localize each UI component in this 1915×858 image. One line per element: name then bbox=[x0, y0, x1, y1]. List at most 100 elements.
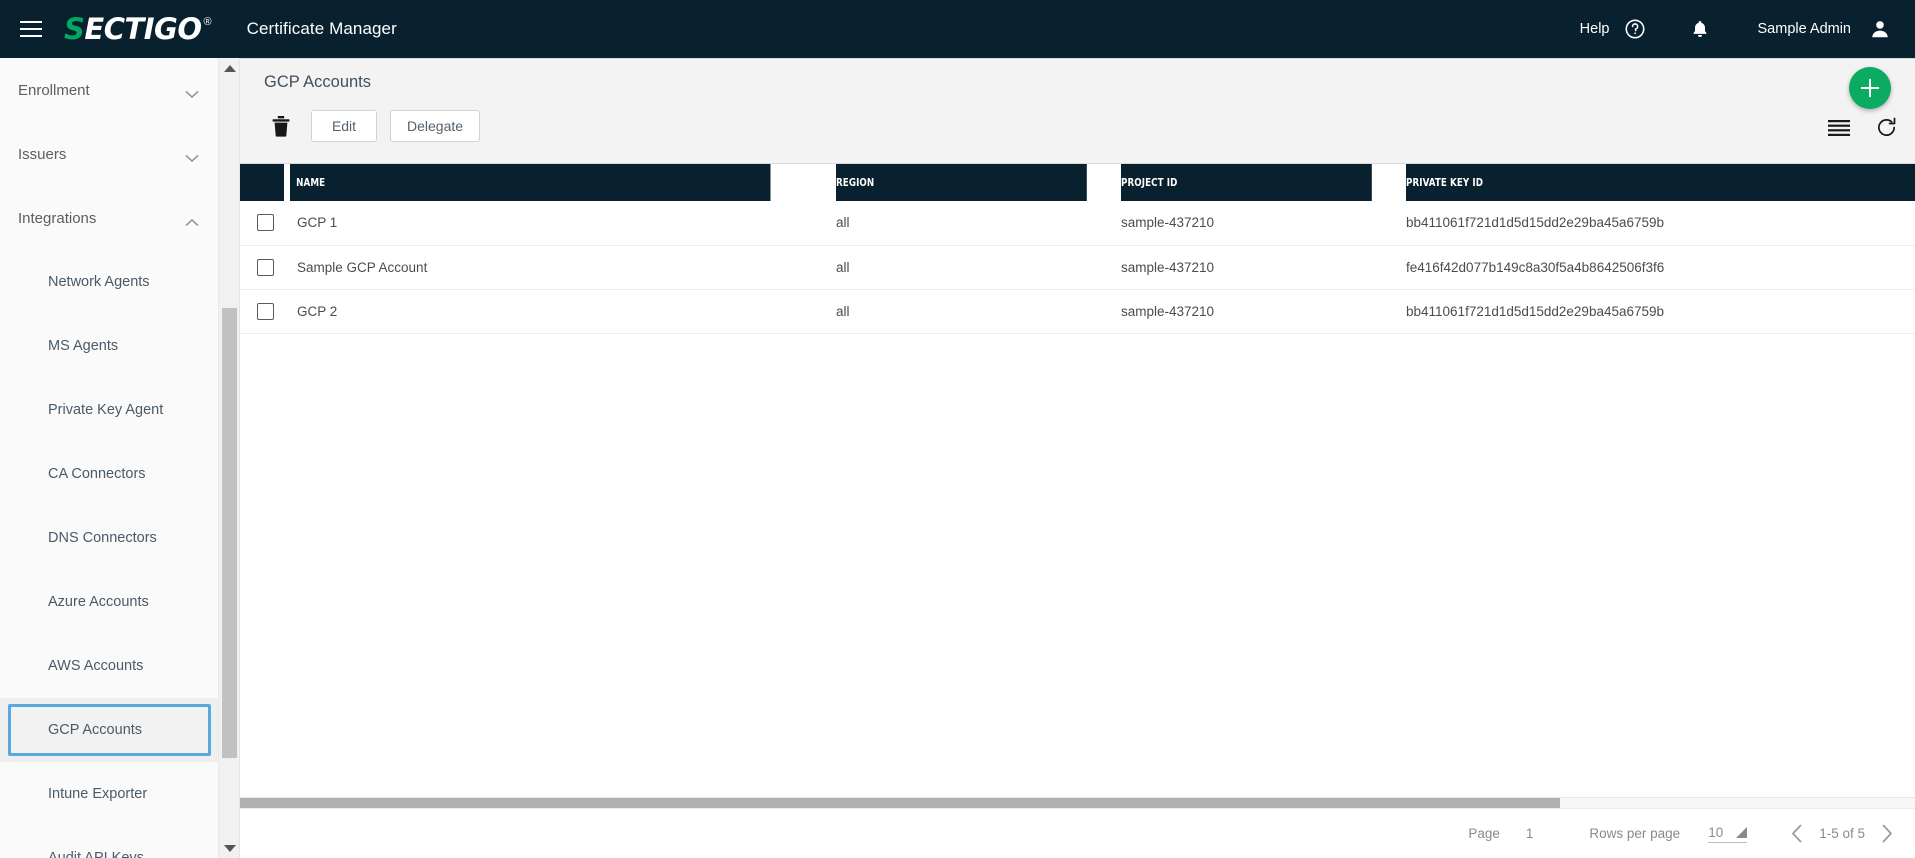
page-number-input[interactable]: 1 bbox=[1526, 826, 1534, 841]
cell-region: all bbox=[836, 201, 1121, 246]
sectigo-logo[interactable]: SECTIGO ® bbox=[64, 11, 212, 46]
sidebar-item-label: Intune Exporter bbox=[48, 786, 148, 802]
triangle-up-icon[interactable] bbox=[219, 58, 239, 78]
delegate-button[interactable]: Delegate bbox=[390, 110, 481, 142]
sidebar-item-ms-agents[interactable]: MS Agents bbox=[0, 314, 219, 378]
cell-region: all bbox=[836, 245, 1121, 290]
sidebar-group-issuers[interactable]: Issuers bbox=[0, 122, 219, 186]
next-page-button[interactable] bbox=[1881, 824, 1893, 843]
table-header-private-key-id[interactable]: PRIVATE KEY ID bbox=[1406, 164, 1915, 201]
sidebar-group-label: Issuers bbox=[18, 145, 67, 163]
sidebar-item-label: GCP Accounts bbox=[48, 722, 143, 738]
sidebar-item-gcp-accounts[interactable]: GCP Accounts bbox=[0, 698, 223, 762]
sidebar-item-label: Private Key Agent bbox=[48, 402, 164, 418]
chevron-up-icon bbox=[185, 214, 199, 226]
cell-name: GCP 2 bbox=[290, 289, 836, 334]
person-icon[interactable] bbox=[1869, 18, 1891, 40]
rows-per-page-value: 10 bbox=[1708, 824, 1724, 840]
sidebar-item-network-agents[interactable]: Network Agents bbox=[0, 250, 219, 314]
table-body: GCP 1 all sample-437210 bb411061f721d1d5… bbox=[240, 201, 1915, 334]
registered-mark: ® bbox=[203, 15, 212, 28]
top-bar-right-cluster: Help Sample Admin bbox=[1580, 18, 1893, 40]
rows-per-page-label: Rows per page bbox=[1589, 826, 1681, 841]
list-view-icon[interactable] bbox=[1828, 119, 1850, 136]
sidebar-item-label: Azure Accounts bbox=[48, 594, 149, 610]
pagination-bar: Page 1 Rows per page 10 1-5 of 5 bbox=[240, 808, 1915, 858]
sidebar-item-label: MS Agents bbox=[48, 338, 119, 354]
rows-per-page-select[interactable]: 10 bbox=[1708, 824, 1748, 843]
sidebar-item-intune-exporter[interactable]: Intune Exporter bbox=[0, 762, 219, 826]
row-checkbox[interactable] bbox=[257, 214, 274, 232]
row-checkbox[interactable] bbox=[257, 302, 274, 320]
add-account-button[interactable] bbox=[1849, 67, 1891, 109]
sidebar-item-azure-accounts[interactable]: Azure Accounts bbox=[0, 570, 219, 634]
table-row[interactable]: Sample GCP Account all sample-437210 fe4… bbox=[240, 245, 1915, 290]
table-row[interactable]: GCP 1 all sample-437210 bb411061f721d1d5… bbox=[240, 201, 1915, 246]
hamburger-icon[interactable] bbox=[20, 21, 42, 37]
sidebar-item-label: Network Agents bbox=[48, 274, 150, 290]
sidebar-scroll-content: Enrollment Issuers Integrations Network … bbox=[0, 58, 223, 858]
sidebar-item-private-key-agent[interactable]: Private Key Agent bbox=[0, 378, 219, 442]
page-header: GCP Accounts Edit Delegate bbox=[240, 59, 1915, 164]
sidebar-item-label: AWS Accounts bbox=[48, 658, 144, 674]
sidebar-item-audit-api-keys[interactable]: Audit API Keys bbox=[0, 826, 219, 858]
data-table-container: NAME REGION PROJECT ID PRIVATE KEY ID GC… bbox=[240, 164, 1915, 809]
sidebar-item-label: Audit API Keys bbox=[48, 850, 144, 858]
sidebar-scrollbar[interactable] bbox=[218, 58, 239, 858]
cell-project-id: sample-437210 bbox=[1121, 201, 1406, 246]
sidebar-item-aws-accounts[interactable]: AWS Accounts bbox=[0, 634, 219, 698]
row-checkbox[interactable] bbox=[257, 258, 274, 276]
table-row[interactable]: GCP 2 all sample-437210 bb411061f721d1d5… bbox=[240, 289, 1915, 334]
cell-private-key-id: fe416f42d077b149c8a30f5a4b8642506f3f6 bbox=[1406, 245, 1915, 290]
table-header-project-id[interactable]: PROJECT ID bbox=[1121, 164, 1372, 201]
sidebar-group-enrollment[interactable]: Enrollment bbox=[0, 58, 219, 122]
page-title: GCP Accounts bbox=[264, 73, 372, 91]
row-select-cell bbox=[240, 201, 290, 246]
page-title-app: Certificate Manager bbox=[246, 19, 397, 38]
cell-name: GCP 1 bbox=[290, 201, 836, 246]
table-header-select bbox=[240, 164, 284, 201]
refresh-icon[interactable] bbox=[1876, 117, 1897, 138]
logo-first-letter: S bbox=[64, 11, 85, 46]
table-header-name[interactable]: NAME bbox=[290, 164, 771, 201]
user-name-label[interactable]: Sample Admin bbox=[1758, 21, 1852, 37]
sidebar-item-ca-connectors[interactable]: CA Connectors bbox=[0, 442, 219, 506]
row-select-cell bbox=[240, 245, 290, 290]
table-header-region[interactable]: REGION bbox=[836, 164, 1087, 201]
cell-project-id: sample-437210 bbox=[1121, 289, 1406, 334]
action-toolbar: Edit Delegate bbox=[264, 109, 481, 143]
previous-page-button[interactable] bbox=[1791, 824, 1803, 843]
page-range-label: 1-5 of 5 bbox=[1819, 826, 1865, 841]
cell-private-key-id: bb411061f721d1d5d15dd2e29ba45a6759b bbox=[1406, 289, 1915, 334]
question-circle-icon[interactable] bbox=[1624, 18, 1646, 40]
cell-project-id: sample-437210 bbox=[1121, 245, 1406, 290]
table-head: NAME REGION PROJECT ID PRIVATE KEY ID bbox=[240, 164, 1915, 201]
logo-text: SECTIGO bbox=[64, 11, 202, 46]
cell-name: Sample GCP Account bbox=[290, 245, 836, 290]
page-label: Page bbox=[1468, 826, 1500, 841]
top-app-bar: SECTIGO ® Certificate Manager Help Sampl… bbox=[0, 0, 1915, 58]
triangle-down-icon[interactable] bbox=[219, 838, 239, 858]
row-select-cell bbox=[240, 289, 290, 334]
sidebar-group-label: Integrations bbox=[18, 209, 97, 227]
edit-button[interactable]: Edit bbox=[311, 110, 377, 142]
help-link[interactable]: Help bbox=[1580, 21, 1610, 37]
sidebar-navigation: Enrollment Issuers Integrations Network … bbox=[0, 58, 240, 858]
gcp-accounts-table: NAME REGION PROJECT ID PRIVATE KEY ID GC… bbox=[240, 164, 1915, 334]
table-header-row: NAME REGION PROJECT ID PRIVATE KEY ID bbox=[240, 164, 1915, 201]
cell-private-key-id: bb411061f721d1d5d15dd2e29ba45a6759b bbox=[1406, 201, 1915, 246]
sidebar-item-label: DNS Connectors bbox=[48, 530, 157, 546]
bell-icon[interactable] bbox=[1690, 18, 1710, 40]
sidebar-item-dns-connectors[interactable]: DNS Connectors bbox=[0, 506, 219, 570]
caret-up-icon bbox=[1736, 826, 1748, 838]
cell-region: all bbox=[836, 289, 1121, 334]
sidebar-scrollbar-thumb[interactable] bbox=[222, 308, 237, 758]
chevron-down-icon bbox=[185, 86, 199, 98]
trash-icon[interactable] bbox=[264, 109, 298, 143]
sidebar-group-label: Enrollment bbox=[18, 81, 90, 99]
chevron-down-icon bbox=[185, 150, 199, 162]
logo-rest: ECTIGO bbox=[84, 11, 202, 46]
sidebar-group-integrations[interactable]: Integrations bbox=[0, 186, 219, 250]
sidebar-item-label: CA Connectors bbox=[48, 466, 146, 482]
main-content: GCP Accounts Edit Delegate NAME REGION P… bbox=[240, 58, 1915, 858]
